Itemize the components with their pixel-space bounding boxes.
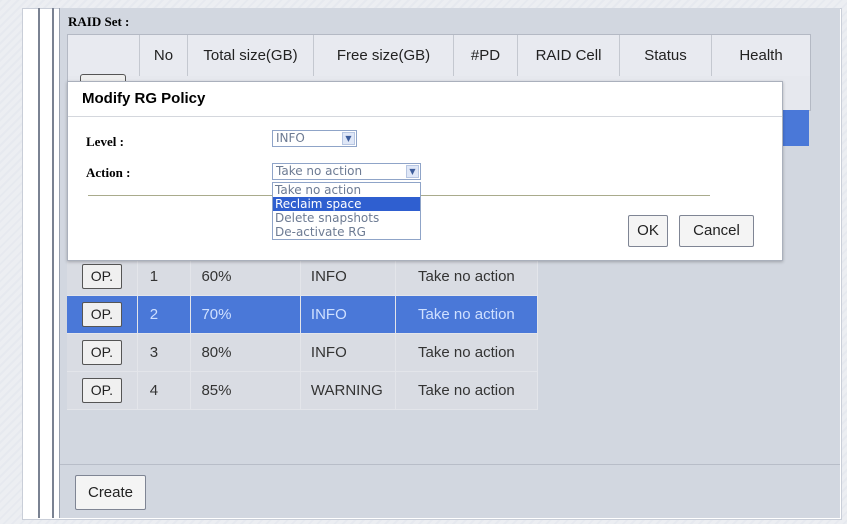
policy-row[interactable]: OP. 3 80% INFO Take no action — [67, 333, 539, 372]
policy-threshold: 80% — [190, 333, 301, 372]
action-select-value: Take no action — [276, 164, 363, 178]
create-button[interactable]: Create — [75, 475, 146, 510]
op-button[interactable]: OP. — [81, 378, 122, 403]
op-button[interactable]: OP. — [81, 302, 122, 327]
policy-no: 4 — [137, 371, 192, 410]
op-button[interactable]: OP. — [81, 264, 122, 289]
policy-row[interactable]: OP. 4 85% WARNING Take no action — [67, 371, 539, 410]
policy-no: 1 — [137, 258, 192, 296]
header-op-blank — [68, 35, 140, 77]
header-status: Status — [620, 35, 712, 77]
policy-level: INFO — [300, 258, 396, 296]
action-option[interactable]: Take no action — [273, 183, 420, 197]
policy-table: OP. 1 60% INFO Take no action OP. 2 70% … — [67, 258, 539, 410]
policy-level: INFO — [300, 333, 396, 372]
policy-level: INFO — [300, 295, 396, 334]
action-option[interactable]: De-activate RG — [273, 225, 420, 239]
frame-rail-middle — [52, 8, 54, 518]
policy-row[interactable]: OP. 1 60% INFO Take no action — [67, 258, 539, 296]
level-label: Level : — [86, 134, 124, 149]
header-free-size: Free size(GB) — [314, 35, 454, 77]
policy-no: 3 — [137, 333, 192, 372]
policy-threshold: 85% — [190, 371, 301, 410]
action-option-highlighted[interactable]: Reclaim space — [273, 197, 420, 211]
chevron-down-icon[interactable]: ▼ — [342, 132, 355, 145]
header-raid-cell: RAID Cell — [518, 35, 620, 77]
dialog-title-divider — [68, 116, 782, 117]
policy-level: WARNING — [300, 371, 396, 410]
raid-set-heading: RAID Set : — [68, 14, 130, 29]
op-button[interactable]: OP. — [81, 340, 122, 365]
level-select[interactable]: INFO ▼ — [272, 130, 357, 147]
dialog-title: Modify RG Policy — [82, 90, 206, 107]
chevron-down-icon[interactable]: ▼ — [406, 165, 419, 178]
modify-rg-policy-dialog: Modify RG Policy Level : INFO ▼ Action :… — [67, 81, 783, 261]
policy-threshold: 60% — [190, 258, 301, 296]
header-pd: #PD — [454, 35, 518, 77]
level-select-value: INFO — [276, 131, 305, 145]
action-label: Action : — [86, 165, 131, 180]
cancel-button[interactable]: Cancel — [679, 215, 754, 247]
ok-button[interactable]: OK — [628, 215, 668, 247]
policy-action: Take no action — [395, 333, 539, 372]
header-total-size: Total size(GB) — [188, 35, 314, 77]
policy-row-selected[interactable]: OP. 2 70% INFO Take no action — [67, 295, 539, 334]
policy-threshold: 70% — [190, 295, 301, 334]
raid-set-table-header: No Total size(GB) Free size(GB) #PD RAID… — [67, 34, 811, 78]
action-select[interactable]: Take no action ▼ — [272, 163, 421, 180]
policy-no: 2 — [137, 295, 192, 334]
header-health: Health — [739, 47, 783, 64]
footer-divider — [60, 464, 840, 465]
policy-action: Take no action — [395, 371, 539, 410]
header-no: No — [140, 35, 188, 77]
action-option[interactable]: Delete snapshots — [273, 211, 420, 225]
frame-rail-left — [38, 8, 40, 518]
action-dropdown-list: Take no action Reclaim space Delete snap… — [272, 182, 421, 240]
policy-action: Take no action — [395, 258, 539, 296]
policy-action: Take no action — [395, 295, 539, 334]
